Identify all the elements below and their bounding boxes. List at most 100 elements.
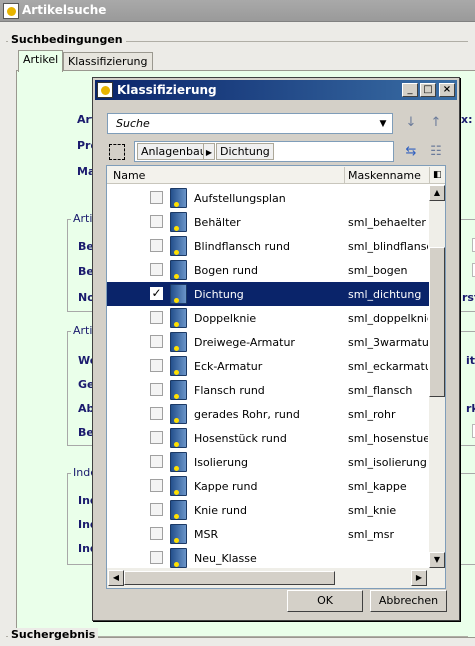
list-item[interactable]: Bogen rund sml_bogen [107,258,429,282]
list-item[interactable]: ✓ Dichtung sml_dichtung [107,282,429,306]
row-mask-name: sml_knie [348,504,397,517]
row-name: Kappe rund [194,480,258,493]
row-name: Blindflansch rund [194,240,290,253]
list-item[interactable]: Blindflansch rund sml_blindflansch [107,234,429,258]
chevron-down-icon[interactable]: ▼ [376,117,390,131]
sort-descending-icon[interactable]: ↓ [401,113,421,133]
horizontal-scrollbar[interactable]: ◀ ▶ [107,568,445,588]
list-item[interactable]: Eck-Armatur sml_eckarmatur [107,354,429,378]
list-item[interactable]: Dreiwege-Armatur sml_3warmatur [107,330,429,354]
tree-view-icon[interactable]: ☷ [426,142,446,162]
row-checkbox[interactable] [150,551,163,564]
selection-icon[interactable] [109,144,125,160]
row-checkbox[interactable] [150,407,163,420]
list-item[interactable]: Knie rund sml_knie [107,498,429,522]
dialog-titlebar[interactable]: Klassifizierung _ □ × [95,80,457,100]
row-name: gerades Rohr, rund [194,408,300,421]
class-icon [170,524,187,544]
maximize-button[interactable]: □ [420,83,436,97]
row-checkbox[interactable] [150,383,163,396]
row-checkbox[interactable] [150,359,163,372]
row-name: Hosenstück rund [194,432,287,445]
class-icon [170,212,187,232]
tab-klassifizierung[interactable]: Klassifizierung [63,52,153,71]
list-item[interactable]: Kappe rund sml_kappe [107,474,429,498]
class-icon [170,548,187,568]
row-checkbox[interactable] [150,455,163,468]
group-search-label: Suchbedingungen [8,33,126,46]
column-chooser-icon[interactable]: ◧ [433,170,442,180]
scroll-left-button[interactable]: ◀ [108,570,124,586]
class-list: Name Maskenname ◧ Aufstellungsplan Behält… [106,165,446,589]
minimize-button[interactable]: _ [402,83,418,97]
list-item[interactable]: Isolierung sml_isolierung [107,450,429,474]
column-header-mask[interactable]: Maskenname [348,169,421,182]
vertical-scrollbar[interactable]: ▲ ▼ [429,185,445,568]
list-item[interactable]: Flansch rund sml_flansch [107,378,429,402]
classification-dialog: Klassifizierung _ □ × Suche ▼ ↓ ↑ Anlage… [92,77,460,621]
class-icon [170,404,187,424]
row-checkbox[interactable] [150,431,163,444]
row-checkbox[interactable] [150,215,163,228]
row-checkbox[interactable]: ✓ [150,287,163,300]
scroll-right-button[interactable]: ▶ [411,570,427,586]
row-checkbox[interactable] [150,335,163,348]
list-item[interactable]: gerades Rohr, rund sml_rohr [107,402,429,426]
class-icon [170,476,187,496]
sort-ascending-icon[interactable]: ↑ [426,113,446,133]
class-icon [170,236,187,256]
row-checkbox[interactable] [150,263,163,276]
bg-label-right: rk: [466,402,475,415]
class-icon [170,260,187,280]
row-checkbox[interactable] [150,503,163,516]
row-checkbox[interactable] [150,191,163,204]
row-name: Flansch rund [194,384,265,397]
row-name: Doppelknie [194,312,257,325]
group-result-label: Suchergebnis [8,628,99,641]
row-checkbox[interactable] [150,239,163,252]
class-icon [170,356,187,376]
row-mask-name: sml_eckarmatur [348,360,428,373]
row-mask-name: sml_flansch [348,384,413,397]
tab-artikel[interactable]: Artikel [18,50,64,72]
row-mask-name: sml_blindflansch [348,240,428,253]
bg-label-right: it: [466,354,475,367]
list-item[interactable]: Hosenstück rund sml_hosenstueck [107,426,429,450]
row-checkbox[interactable] [150,479,163,492]
row-mask-name: sml_bogen [348,264,408,277]
bg-window-titlebar: Artikelsuche [0,0,475,22]
close-button[interactable]: × [439,83,455,97]
list-item[interactable]: Neu_Klasse [107,546,429,568]
scroll-up-button[interactable]: ▲ [429,185,445,201]
row-mask-name: sml_3warmatur [348,336,428,349]
row-name: MSR [194,528,219,541]
breadcrumb-item[interactable]: Dichtung [216,143,274,160]
column-header-name[interactable]: Name [113,169,145,182]
row-name: Eck-Armatur [194,360,263,373]
chevron-right-icon[interactable]: ▶ [203,143,215,160]
scroll-down-button[interactable]: ▼ [429,552,445,568]
row-mask-name: sml_kappe [348,480,407,493]
class-icon [170,332,187,352]
row-name: Isolierung [194,456,249,469]
ok-button[interactable]: OK [287,590,363,612]
list-item[interactable]: Behälter sml_behaelter [107,210,429,234]
vertical-scroll-thumb[interactable] [429,247,445,397]
bg-label-right: x: [461,113,473,126]
cancel-button[interactable]: Abbrechen [370,590,447,612]
refresh-icon[interactable]: ⇆ [401,142,421,162]
search-input[interactable]: Suche [116,117,150,130]
horizontal-scroll-thumb[interactable] [124,571,335,585]
search-combobox[interactable]: Suche ▼ [107,113,393,134]
class-icon [170,452,187,472]
list-item[interactable]: Aufstellungsplan [107,186,429,210]
row-mask-name: sml_rohr [348,408,396,421]
row-mask-name: sml_dichtung [348,288,422,301]
breadcrumb-item[interactable]: Anlagenbau [137,143,211,160]
row-mask-name: sml_isolierung [348,456,427,469]
row-checkbox[interactable] [150,311,163,324]
list-item[interactable]: MSR sml_msr [107,522,429,546]
row-checkbox[interactable] [150,527,163,540]
row-name: Bogen rund [194,264,258,277]
list-item[interactable]: Doppelknie sml_doppelknie [107,306,429,330]
